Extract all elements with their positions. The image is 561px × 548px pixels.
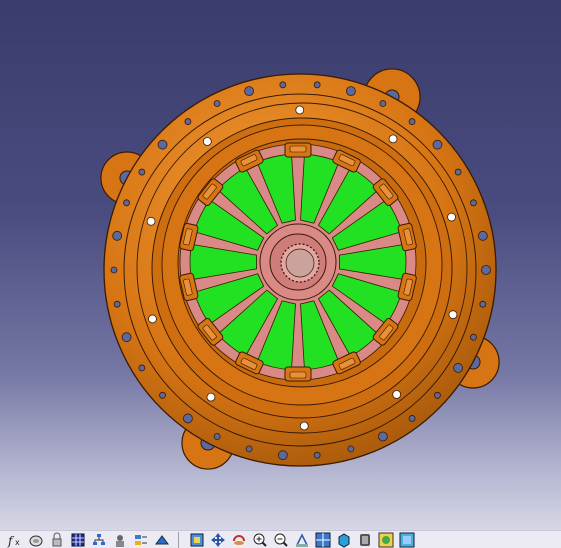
rim-hole — [157, 139, 168, 150]
rivet-hole — [392, 390, 402, 399]
clutch-model[interactable] — [0, 0, 561, 530]
rim-hole — [110, 266, 118, 274]
parameters-button[interactable] — [133, 532, 149, 548]
fit-all-icon — [189, 532, 205, 548]
rim-hole — [245, 445, 253, 453]
rim-hole — [277, 450, 288, 461]
rim-hole — [408, 118, 416, 125]
rim-hole — [408, 415, 416, 422]
rim-hole — [244, 86, 254, 97]
rim-hole — [213, 100, 221, 107]
hide-button[interactable] — [378, 532, 394, 548]
multi-view-icon — [315, 532, 331, 548]
swap-icon — [399, 532, 415, 548]
table-icon — [70, 532, 86, 548]
catalog-icon — [28, 532, 44, 548]
rivet-hole — [206, 392, 216, 402]
measure-icon — [112, 532, 128, 548]
zoom-out-button[interactable] — [273, 532, 289, 548]
rim-hole — [113, 300, 121, 308]
rim-hole — [432, 139, 443, 150]
bottom-toolbar: fx — [0, 530, 561, 548]
rim-hole — [470, 199, 477, 207]
multi-view-button[interactable] — [315, 532, 331, 548]
rivet-hole — [299, 421, 309, 431]
table-button[interactable] — [70, 532, 86, 548]
3d-viewport[interactable] — [0, 0, 561, 530]
rim-hole — [434, 391, 441, 399]
rim-hole — [347, 445, 355, 453]
shading-button[interactable] — [357, 532, 373, 548]
iso-view-button[interactable] — [336, 532, 352, 548]
rivet-hole — [448, 310, 458, 320]
pan-button[interactable] — [210, 532, 226, 548]
rim-hole — [138, 364, 146, 372]
normal-view-button[interactable] — [294, 532, 310, 548]
rim-hole — [346, 86, 356, 97]
catalog-button[interactable] — [28, 532, 44, 548]
svg-text:f: f — [7, 534, 15, 548]
toolbar-separator — [178, 531, 179, 548]
hide-icon — [378, 532, 394, 548]
rim-hole — [479, 300, 487, 308]
rim-hole — [183, 413, 193, 424]
rim-hole — [123, 199, 130, 207]
zoom-in-icon — [252, 532, 268, 548]
rim-hole — [379, 100, 387, 107]
rim-hole — [481, 265, 491, 275]
rim-hole — [112, 230, 123, 241]
rim-hole — [184, 118, 192, 125]
finger-clip — [284, 366, 312, 382]
fly-button[interactable] — [154, 532, 170, 548]
rotate-icon — [231, 532, 247, 548]
rim-hole — [454, 168, 462, 176]
rivet-hole — [202, 137, 212, 146]
rim-hole — [378, 431, 388, 442]
rim-hole — [313, 451, 321, 459]
tree-icon — [91, 532, 107, 548]
rivet-hole — [388, 134, 398, 144]
zoom-out-icon — [273, 532, 289, 548]
formula-button[interactable]: fx — [7, 532, 23, 548]
normal-view-icon — [294, 532, 310, 548]
rim-hole — [470, 333, 477, 341]
rim-hole — [138, 168, 146, 176]
fit-all-button[interactable] — [189, 532, 205, 548]
rivet-hole — [295, 105, 305, 115]
iso-view-icon — [336, 532, 352, 548]
rotate-button[interactable] — [231, 532, 247, 548]
rivet-hole — [146, 216, 156, 226]
finger-clip — [284, 142, 312, 158]
measure-button[interactable] — [112, 532, 128, 548]
lock-icon — [49, 532, 65, 548]
parameters-icon — [133, 532, 149, 548]
fly-icon — [154, 532, 170, 548]
zoom-in-button[interactable] — [252, 532, 268, 548]
rim-hole — [159, 391, 166, 399]
rim-hole — [453, 363, 464, 373]
rim-hole — [213, 433, 221, 440]
shading-icon — [357, 532, 373, 548]
svg-text:x: x — [15, 538, 20, 547]
hub-bore — [285, 248, 315, 278]
hide-show-button[interactable] — [49, 532, 65, 548]
rim-hole — [121, 332, 132, 343]
fx-icon: fx — [7, 532, 23, 548]
rivet-hole — [148, 314, 157, 324]
swap-button[interactable] — [399, 532, 415, 548]
pan-icon — [210, 532, 226, 548]
rivet-hole — [447, 212, 456, 222]
rim-hole — [313, 81, 321, 89]
rim-hole — [477, 230, 488, 241]
tree-button[interactable] — [91, 532, 107, 548]
rim-hole — [279, 81, 287, 89]
